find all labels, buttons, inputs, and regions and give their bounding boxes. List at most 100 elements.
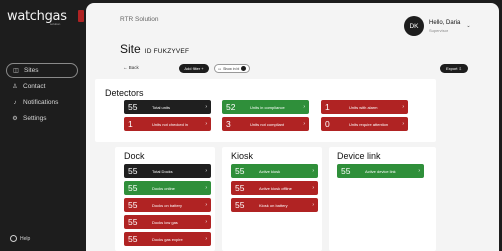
tile-value: 55: [235, 166, 245, 176]
logo-mark-icon: [78, 10, 84, 22]
chevron-right-icon: ›: [402, 121, 404, 127]
chevron-right-icon: ›: [312, 202, 314, 208]
kiosk-card: Kiosk 55 Active kiosk › 55 Active kiosk …: [222, 147, 322, 251]
tile-value: 55: [128, 217, 138, 227]
plus-icon: +: [200, 66, 204, 71]
sidebar-item-label: Settings: [23, 115, 47, 122]
tile-label: Units not checked in: [152, 121, 189, 127]
bell-icon: ♪: [13, 99, 17, 106]
tile-label: Docks on battery: [152, 202, 183, 208]
tile-total-units[interactable]: 55 Total units ›: [124, 100, 211, 114]
export-label: Export: [445, 66, 458, 71]
export-button[interactable]: Export ⇩: [440, 64, 468, 73]
chevron-right-icon: ›: [312, 185, 314, 191]
user-icon: ♙: [12, 84, 18, 90]
add-filter-button[interactable]: Add filter +: [179, 64, 209, 73]
grid-icon: ◫: [13, 68, 19, 74]
sidebar-item-sites[interactable]: ◫ Sites: [6, 63, 78, 78]
tile-kiosk-battery[interactable]: 55 Kiosk on battery ›: [231, 198, 318, 212]
tile-label: Docks online: [152, 185, 175, 191]
tile-label: Active device link: [365, 168, 396, 174]
back-label: Back: [128, 65, 139, 70]
device-link-card: Device link 55 Active device link ›: [329, 147, 436, 251]
tile-label: Units with alarm: [349, 104, 378, 110]
chevron-right-icon: ›: [312, 168, 314, 174]
tile-kiosk-offline[interactable]: 55 Active kiosk offline ›: [231, 181, 318, 195]
tile-docks-battery[interactable]: 55 Docks on battery ›: [124, 198, 211, 212]
tile-docks-low-gas[interactable]: 55 Docks low gas ›: [124, 215, 211, 229]
tile-label: Active kiosk offline: [259, 185, 292, 191]
show-toggle[interactable]: ▭ Show in bl: [214, 64, 250, 73]
sidebar-item-notifications[interactable]: ♪ Notifications: [6, 95, 78, 110]
chevron-right-icon: ›: [205, 121, 207, 127]
tile-total-docks[interactable]: 55 Total Docks ›: [124, 164, 211, 178]
chevron-right-icon: ›: [205, 168, 207, 174]
chevron-right-icon: ›: [205, 202, 207, 208]
tile-label: Active kiosk: [259, 168, 281, 174]
company-title: RTR Solution: [120, 16, 159, 23]
user-menu[interactable]: DK Hello, Daria Supervisor ⌄: [404, 16, 471, 36]
tile-units-compliance[interactable]: 52 Units in compliance ›: [222, 100, 309, 114]
tile-docks-online[interactable]: 55 Docks online ›: [124, 181, 211, 195]
tile-units-not-checked[interactable]: 1 Units not checked in ›: [124, 117, 211, 131]
tile-value: 55: [235, 200, 245, 210]
tile-active-kiosk[interactable]: 55 Active kiosk ›: [231, 164, 318, 178]
page-title: Site ID FUKZYVEF: [120, 42, 189, 56]
chevron-right-icon: ›: [402, 104, 404, 110]
tile-value: 0: [325, 119, 330, 129]
help-label: Help: [20, 235, 31, 242]
main-panel: RTR Solution DK Hello, Daria Supervisor …: [86, 3, 499, 251]
sidebar-item-contact[interactable]: ♙ Contact: [6, 79, 78, 94]
kiosk-title: Kiosk: [231, 151, 254, 161]
sidebar-item-settings[interactable]: ⚙ Settings: [6, 111, 78, 126]
chevron-right-icon: ›: [205, 236, 207, 242]
page-title-text: Site: [120, 42, 141, 56]
tile-value: 55: [128, 200, 138, 210]
download-icon: ⇩: [457, 66, 463, 71]
help-icon: [10, 235, 17, 242]
toggle-label: Show in bl: [223, 66, 240, 71]
dock-card: Dock 55 Total Docks › 55 Docks online › …: [115, 147, 215, 251]
tile-label: Total units: [152, 104, 171, 110]
sidebar-nav: ◫ Sites ♙ Contact ♪ Notifications ⚙ Sett…: [6, 63, 78, 127]
back-link[interactable]: ← Back: [123, 65, 139, 70]
detectors-card: Detectors 55 Total units › 52 Units in c…: [95, 79, 436, 142]
logo-subtitle: solution: [50, 22, 61, 26]
chevron-right-icon: ›: [205, 104, 207, 110]
detectors-title: Detectors: [105, 88, 144, 98]
tile-value: 3: [226, 119, 231, 129]
help-link[interactable]: Help: [10, 235, 30, 242]
tile-active-device-link[interactable]: 55 Active device link ›: [337, 164, 424, 178]
tile-value: 55: [128, 183, 138, 193]
chevron-right-icon: ›: [205, 219, 207, 225]
user-greeting: Hello, Daria: [429, 19, 461, 26]
tile-label: Kiosk on battery: [259, 202, 288, 208]
chevron-right-icon: ›: [303, 121, 305, 127]
toggle-knob: [241, 66, 246, 71]
tile-value: 1: [128, 119, 133, 129]
toggle-icon: ▭: [218, 66, 222, 71]
sidebar: watchgas solution ◫ Sites ♙ Contact ♪ No…: [0, 0, 84, 251]
user-info: Hello, Daria Supervisor: [429, 20, 460, 33]
tile-value: 55: [128, 166, 138, 176]
chevron-right-icon: ›: [418, 168, 420, 174]
tile-docks-gas-expire[interactable]: 55 Docks gas expire ›: [124, 232, 211, 246]
tile-units-not-compliant[interactable]: 3 Units not compliant ›: [222, 117, 309, 131]
site-id: ID FUKZYVEF: [144, 48, 190, 55]
sidebar-item-label: Sites: [24, 67, 39, 74]
tile-units-alarm[interactable]: 1 Units with alarm ›: [321, 100, 408, 114]
dock-title: Dock: [124, 151, 145, 161]
tile-label: Total Docks: [152, 168, 173, 174]
tile-value: 55: [235, 183, 245, 193]
tile-value: 55: [128, 102, 138, 112]
sidebar-item-label: Notifications: [23, 99, 59, 106]
gear-icon: ⚙: [12, 116, 18, 122]
tile-label: Docks gas expire: [152, 236, 183, 242]
tile-label: Units not compliant: [250, 121, 285, 127]
app-frame: watchgas solution ◫ Sites ♙ Contact ♪ No…: [0, 0, 502, 251]
chevron-right-icon: ›: [303, 104, 305, 110]
chevron-down-icon[interactable]: ⌄: [466, 23, 470, 29]
chevron-right-icon: ›: [205, 185, 207, 191]
tile-units-attention[interactable]: 0 Units require attention ›: [321, 117, 408, 131]
tile-value: 52: [226, 102, 236, 112]
